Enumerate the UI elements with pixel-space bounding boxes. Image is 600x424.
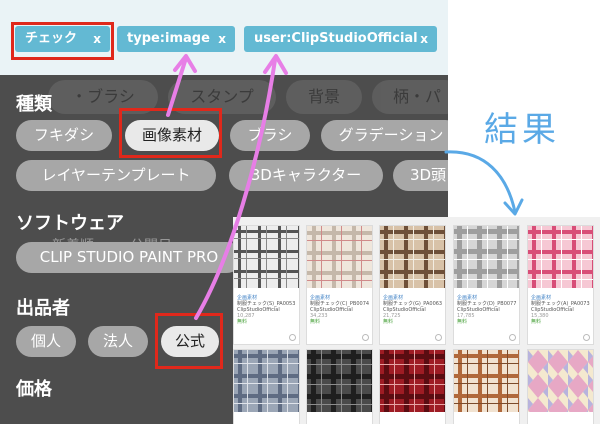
pink-arrow-icon [194,58,277,320]
annotation-arrows [166,54,524,320]
